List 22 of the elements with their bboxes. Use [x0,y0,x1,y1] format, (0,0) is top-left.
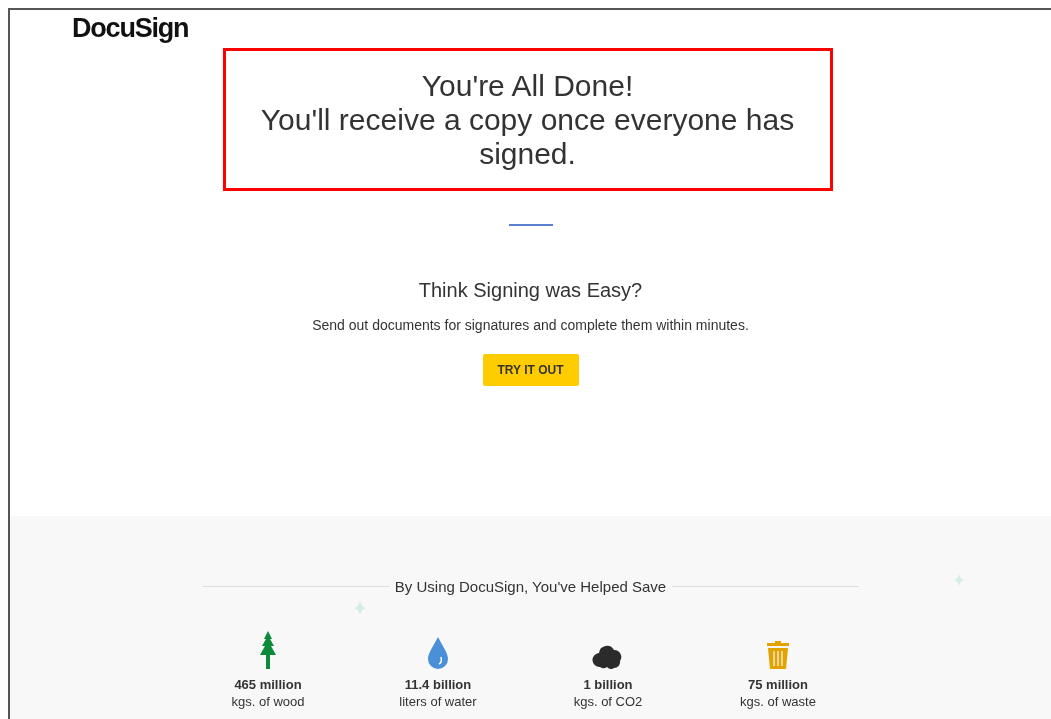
stat-label: liters of water [399,694,477,709]
stat-label: kgs. of CO2 [573,694,643,709]
logo: DocuSign [72,13,189,43]
done-message: You'll receive a copy once everyone has signed. [259,102,796,171]
try-it-out-button[interactable]: TRY IT OUT [482,354,579,386]
cloud-icon [592,643,624,669]
trash-icon [767,641,789,669]
stat-value: 75 million [748,677,808,692]
promo-title: Think Signing was Easy? [418,279,643,302]
stat-value: 1 billion [583,677,633,692]
sparkle-icon [954,573,964,587]
accent-rule [508,224,553,226]
stat-value: 11.4 billion [404,677,472,692]
stat-label: kgs. of wood [231,694,305,709]
sparkle-icon [354,600,366,616]
water-drop-icon [427,637,449,669]
tree-icon [259,631,277,669]
done-title: You're All Done! [421,68,634,103]
promo-text: Send out documents for signatures and complete them within minutes. [312,317,749,333]
savings-title: By Using DocuSign, You've Helped Save [394,578,667,595]
stat-value: 465 million [234,677,302,692]
stat-label: kgs. of waste [740,694,816,709]
